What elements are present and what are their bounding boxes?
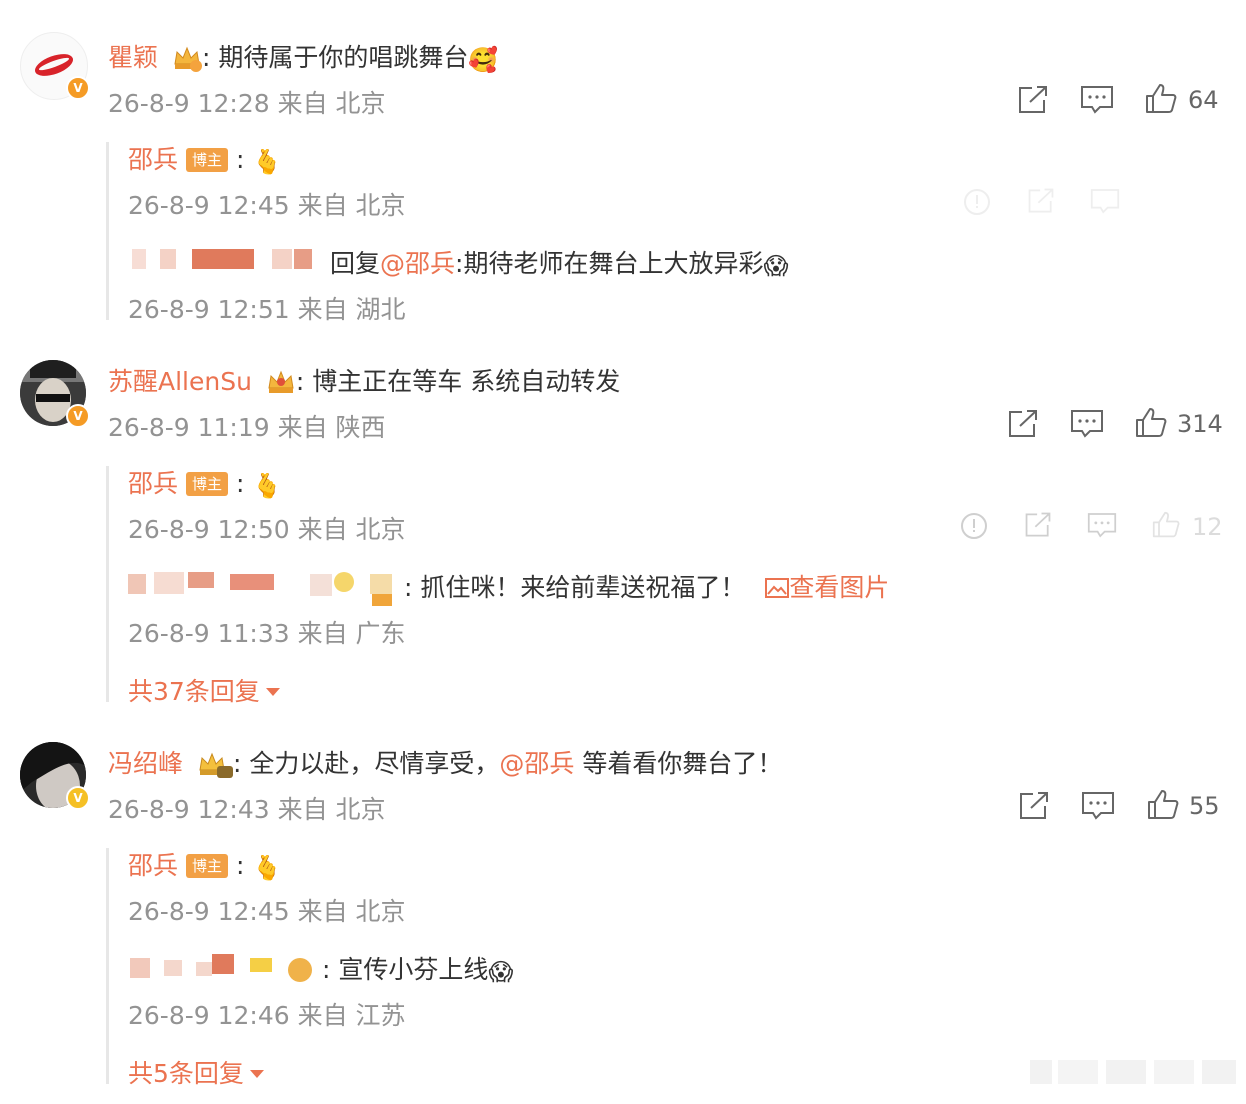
comment-text: 全力以赴，尽情享受，: [249, 749, 500, 778]
crown-icon: [266, 368, 296, 396]
comment-text: 期待属于你的唱跳舞台: [218, 43, 469, 72]
report-icon[interactable]: [960, 512, 988, 540]
more-replies-label: 共5条回复: [128, 1059, 244, 1088]
reply-line: : 抓住咪！来给前辈送祝福了！ 查看图片: [404, 573, 890, 602]
reply-thread-bar: [106, 848, 109, 1084]
reply-meta: 26-8-9 12:45 来自 北京: [128, 191, 406, 220]
mention-link[interactable]: @邵兵: [499, 749, 574, 778]
reply-username[interactable]: 邵兵: [128, 469, 178, 498]
more-replies-label: 共37条回复: [128, 677, 260, 706]
reply-meta: 26-8-9 12:50 来自 北京: [128, 515, 406, 544]
like-icon[interactable]: [1135, 407, 1167, 439]
reply-line: 邵兵 博主 : 🫰: [128, 469, 283, 500]
reply-meta: 26-8-9 12:51 来自 湖北: [128, 295, 406, 324]
comment-text: 博主正在等车 系统自动转发: [312, 367, 621, 396]
finger-heart-emoji-icon: 🫰: [252, 854, 283, 882]
comment-icon[interactable]: [1090, 188, 1120, 215]
blurred-username: [130, 950, 320, 990]
reply-thread-bar: [106, 466, 109, 702]
comment-icon[interactable]: [1081, 791, 1115, 821]
reply-thread-bar: [106, 142, 109, 320]
share-icon[interactable]: [1006, 408, 1040, 440]
finger-heart-emoji-icon: 🫰: [252, 472, 283, 500]
reply-meta: 26-8-9 12:46 来自 江苏: [128, 1001, 406, 1030]
like-count: 64: [1188, 86, 1219, 114]
image-icon: [765, 578, 790, 598]
finger-heart-emoji-icon: 🫰: [252, 148, 283, 176]
reply-username[interactable]: 邵兵: [128, 851, 178, 880]
reply-prefix: 回复: [330, 249, 381, 278]
verified-badge-icon: V: [66, 76, 90, 100]
like-count: 55: [1189, 792, 1220, 820]
like-count: 314: [1177, 410, 1223, 438]
author-tag: 博主: [185, 854, 228, 878]
reply-line: 邵兵 博主 : 🫰: [128, 145, 283, 176]
verified-badge-icon: V: [66, 404, 90, 428]
share-icon[interactable]: [1023, 510, 1053, 540]
reply-text: 宣传小芬上线: [338, 955, 489, 984]
verified-badge-icon: V: [66, 786, 90, 810]
like-icon[interactable]: [1145, 83, 1177, 115]
comment-meta: 26-8-9 11:19 来自 陕西: [108, 413, 386, 442]
comment-meta: 26-8-9 12:43 来自 北京: [108, 795, 386, 824]
starstruck-emoji-icon: 😱: [763, 252, 789, 280]
username[interactable]: 冯绍峰: [108, 749, 183, 778]
caret-down-icon: [249, 1070, 264, 1078]
share-icon[interactable]: [1017, 790, 1051, 822]
report-icon[interactable]: [963, 188, 991, 216]
reply-line: 邵兵 博主 : 🫰: [128, 851, 283, 882]
reply-text: 抓住咪！来给前辈送祝福了！: [420, 573, 746, 602]
starstruck-emoji-icon: 😱: [488, 958, 514, 986]
comment-line: 苏醒AllenSu : 博主正在等车 系统自动转发: [108, 367, 621, 396]
avatar[interactable]: V: [20, 360, 90, 428]
caret-down-icon: [265, 688, 280, 696]
like-icon[interactable]: [1147, 789, 1179, 821]
crown-icon: [197, 750, 233, 778]
crown-icon: [172, 44, 202, 72]
username[interactable]: 苏醒AllenSu: [108, 367, 252, 396]
share-icon[interactable]: [1016, 84, 1050, 116]
comment-icon[interactable]: [1087, 512, 1117, 539]
author-tag: 博主: [185, 148, 228, 172]
reply-line: : 宣传小芬上线😱: [322, 955, 514, 986]
author-tag: 博主: [185, 472, 228, 496]
like-count: 12: [1192, 513, 1223, 541]
reply-meta: 26-8-9 11:33 来自 广东: [128, 619, 406, 648]
reply-text: :期待老师在舞台上大放异彩: [455, 249, 764, 278]
comment-icon[interactable]: [1080, 85, 1114, 115]
view-image-link[interactable]: 查看图片: [765, 573, 889, 602]
more-replies-link[interactable]: 共5条回复: [128, 1054, 264, 1090]
comment-line: 冯绍峰 : 全力以赴，尽情享受，@邵兵 等着看你舞台了！: [108, 749, 783, 778]
mention-link[interactable]: @邵兵: [380, 249, 455, 278]
blurred-username: [132, 249, 317, 273]
blurred-username: [128, 568, 403, 612]
comment-line: 瞿颖 : 期待属于你的唱跳舞台🥰: [108, 43, 499, 74]
avatar[interactable]: V: [20, 742, 90, 810]
comment-meta: 26-8-9 12:28 来自 北京: [108, 89, 386, 118]
more-replies-link[interactable]: 共37条回复: [128, 672, 280, 708]
watermark: [1030, 1056, 1240, 1092]
love-face-emoji-icon: 🥰: [468, 46, 499, 74]
username[interactable]: 瞿颖: [108, 43, 158, 72]
share-icon[interactable]: [1026, 186, 1056, 216]
comment-text-tail: 等着看你舞台了！: [574, 749, 783, 778]
avatar[interactable]: V: [20, 32, 90, 100]
reply-meta: 26-8-9 12:45 来自 北京: [128, 897, 406, 926]
view-image-label: 查看图片: [789, 573, 890, 602]
reply-username[interactable]: 邵兵: [128, 145, 178, 174]
comment-icon[interactable]: [1070, 409, 1104, 439]
reply-line: 回复@邵兵:期待老师在舞台上大放异彩😱: [330, 244, 789, 280]
like-icon[interactable]: [1152, 511, 1180, 539]
